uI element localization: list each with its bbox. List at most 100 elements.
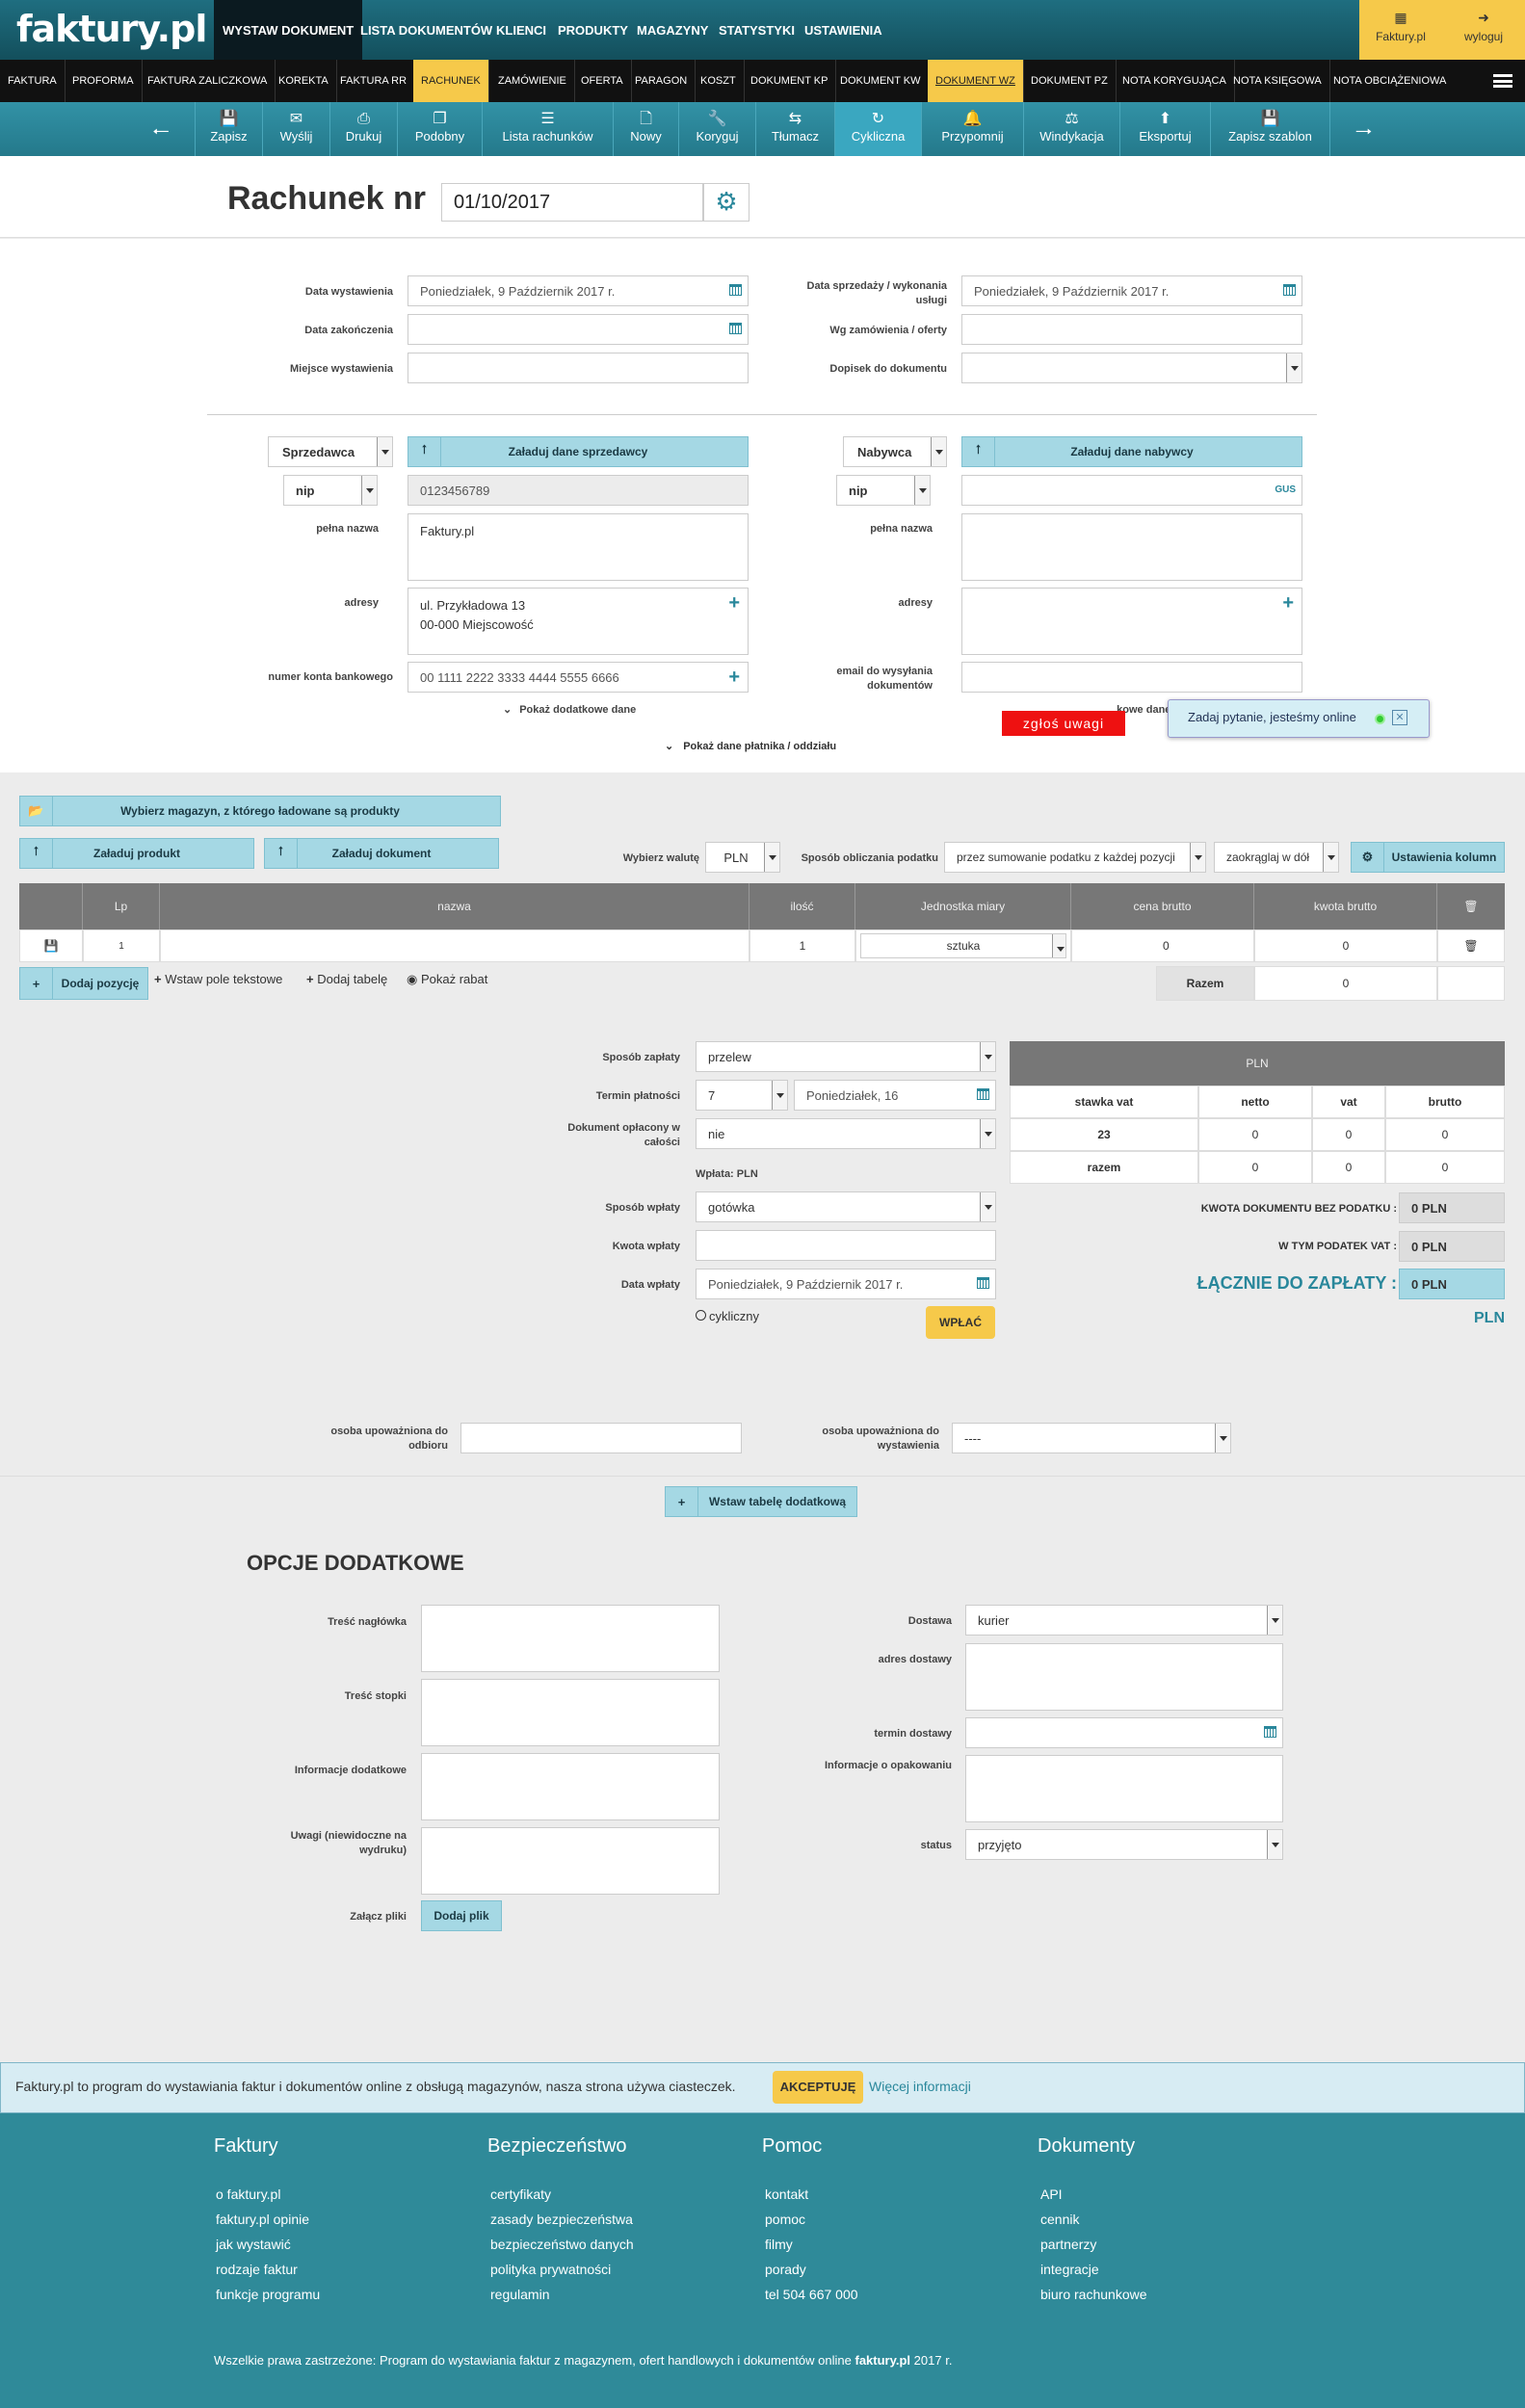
- doc-faktura-zaliczkowa[interactable]: FAKTURA ZALICZKOWA: [140, 60, 276, 102]
- plus-icon[interactable]: +: [728, 593, 740, 613]
- insert-text-field-link[interactable]: + Wstaw pole tekstowe: [154, 972, 282, 986]
- doc-faktura-rr[interactable]: FAKTURA RR: [332, 60, 416, 102]
- status-select[interactable]: przyjęto: [965, 1829, 1283, 1860]
- header-text-textarea[interactable]: [421, 1605, 720, 1672]
- paid-select[interactable]: nie: [696, 1118, 996, 1149]
- nav-produkty[interactable]: PRODUKTY: [549, 0, 637, 60]
- doc-kw[interactable]: DOKUMENT KW: [832, 60, 930, 102]
- end-date-input[interactable]: [408, 314, 749, 345]
- footer-link[interactable]: API: [1040, 2186, 1063, 2202]
- cyclic-checkbox[interactable]: cykliczny: [696, 1309, 759, 1323]
- footer-link[interactable]: integracje: [1040, 2262, 1099, 2277]
- payer-link[interactable]: ⌄ Pokaż dane płatnika / oddziału: [665, 740, 836, 752]
- row-price-input[interactable]: 0: [1071, 929, 1254, 962]
- footer-link[interactable]: partnerzy: [1040, 2237, 1096, 2252]
- nav-wystaw-dokument[interactable]: WYSTAW DOKUMENT: [214, 0, 363, 60]
- delivery-select[interactable]: kurier: [965, 1605, 1283, 1636]
- logo[interactable]: faktury.pl: [16, 8, 207, 50]
- close-icon[interactable]: ✕: [1392, 710, 1407, 725]
- seller-address-textarea[interactable]: ul. Przykładowa 13 00-000 Miejscowość +: [408, 588, 749, 655]
- rounding-select[interactable]: zaokrąglaj w dół: [1214, 842, 1339, 873]
- doc-wz[interactable]: DOKUMENT WZ: [928, 60, 1024, 102]
- report-button[interactable]: zgłoś uwagi: [1002, 711, 1125, 736]
- buyer-name-textarea[interactable]: [961, 513, 1302, 581]
- doc-faktura[interactable]: FAKTURA: [0, 60, 66, 102]
- nav-statystyki[interactable]: STATYSTYKI: [710, 0, 803, 60]
- add-file-button[interactable]: Dodaj plik: [421, 1900, 502, 1931]
- delivery-term-input[interactable]: [965, 1717, 1283, 1748]
- doc-zamowienie[interactable]: ZAMÓWIENIE: [490, 60, 575, 102]
- calendar-icon[interactable]: [977, 1088, 989, 1100]
- plus-icon[interactable]: +: [1282, 593, 1294, 613]
- footer-link[interactable]: biuro rachunkowe: [1040, 2287, 1147, 2302]
- remind-button[interactable]: 🔔 Przypomnij: [921, 102, 1023, 156]
- buyer-nip-input[interactable]: GUS: [961, 475, 1302, 506]
- trash-icon[interactable]: 🗑: [1437, 883, 1505, 929]
- gus-button[interactable]: GUS: [1275, 484, 1296, 495]
- chat-widget[interactable]: Zadaj pytanie, jesteśmy online ✕: [1168, 699, 1430, 738]
- load-product-button[interactable]: 🠁 Załaduj produkt: [19, 838, 254, 869]
- seller-role-select[interactable]: Sprzedawca: [268, 436, 393, 467]
- insert-extra-table-button[interactable]: + Wstaw tabelę dodatkową: [665, 1486, 857, 1517]
- row-save-icon[interactable]: 💾: [19, 929, 83, 962]
- payment-term-days-select[interactable]: 7: [696, 1080, 788, 1111]
- receive-person-input[interactable]: [460, 1423, 742, 1453]
- doc-kp[interactable]: DOKUMENT KP: [743, 60, 837, 102]
- menu-icon[interactable]: [1493, 74, 1512, 88]
- doc-pz[interactable]: DOKUMENT PZ: [1023, 60, 1117, 102]
- footer-link[interactable]: zasady bezpieczeństwa: [490, 2212, 633, 2227]
- list-button[interactable]: ☰ Lista rachunków: [482, 102, 613, 156]
- load-seller-button[interactable]: 🠁 Załaduj dane sprzedawcy: [408, 436, 749, 467]
- trash-icon[interactable]: 🗑: [1437, 929, 1505, 962]
- plus-icon[interactable]: +: [728, 667, 740, 687]
- account-button[interactable]: ▦ Faktury.pl: [1359, 0, 1442, 60]
- calendar-icon[interactable]: [1264, 1726, 1276, 1738]
- buyer-role-select[interactable]: Nabywca: [843, 436, 947, 467]
- doc-proforma[interactable]: PROFORMA: [65, 60, 143, 102]
- nav-magazyny[interactable]: MAGAZYNY: [628, 0, 717, 60]
- deposit-amount-input[interactable]: [696, 1230, 996, 1261]
- footer-link[interactable]: certyfikaty: [490, 2186, 551, 2202]
- deposit-method-select[interactable]: gotówka: [696, 1191, 996, 1222]
- document-number-input[interactable]: 01/10/2017: [441, 183, 703, 222]
- delivery-address-textarea[interactable]: [965, 1643, 1283, 1711]
- payment-term-date-input[interactable]: Poniedziałek, 16: [794, 1080, 996, 1111]
- footer-link[interactable]: pomoc: [765, 2212, 805, 2227]
- sale-date-input[interactable]: Poniedziałek, 9 Październik 2017 r.: [961, 275, 1302, 306]
- save-button[interactable]: 💾 Zapisz: [195, 102, 262, 156]
- doc-rachunek[interactable]: RACHUNEK: [413, 60, 489, 102]
- new-button[interactable]: 🗋 Nowy: [613, 102, 678, 156]
- arrow-right-icon[interactable]: 🠂: [1329, 102, 1397, 156]
- arrow-left-icon[interactable]: 🠀: [127, 102, 195, 156]
- doc-koszt[interactable]: KOSZT: [693, 60, 745, 102]
- doc-paragon[interactable]: PARAGON: [627, 60, 697, 102]
- buyer-address-textarea[interactable]: +: [961, 588, 1302, 655]
- seller-name-textarea[interactable]: Faktury.pl: [408, 513, 749, 581]
- notes-textarea[interactable]: [421, 1827, 720, 1895]
- show-discount-link[interactable]: ◉ Pokaż rabat: [407, 972, 487, 987]
- footer-text-textarea[interactable]: [421, 1679, 720, 1746]
- tax-method-select[interactable]: przez sumowanie podatku z każdej pozycji: [944, 842, 1206, 873]
- save-template-button[interactable]: 💾 Zapisz szablon: [1210, 102, 1329, 156]
- order-input[interactable]: [961, 314, 1302, 345]
- buyer-id-type-select[interactable]: nip: [836, 475, 931, 506]
- footer-link[interactable]: regulamin: [490, 2287, 549, 2302]
- currency-select[interactable]: PLN: [705, 842, 780, 873]
- nav-ustawienia[interactable]: USTAWIENIA: [796, 0, 891, 60]
- pay-button[interactable]: WPŁAĆ: [926, 1306, 995, 1339]
- issue-person-select[interactable]: ----: [952, 1423, 1231, 1453]
- addon-select[interactable]: [961, 353, 1302, 383]
- cyclic-button[interactable]: ↻ Cykliczna: [834, 102, 921, 156]
- footer-link[interactable]: jak wystawić: [216, 2237, 291, 2252]
- load-document-button[interactable]: 🠁 Załaduj dokument: [264, 838, 499, 869]
- footer-link[interactable]: porady: [765, 2262, 806, 2277]
- footer-link[interactable]: polityka prywatności: [490, 2262, 611, 2277]
- send-button[interactable]: ✉ Wyślij: [262, 102, 329, 156]
- nav-lista-dokumentow[interactable]: LISTA DOKUMENTÓW: [352, 0, 501, 60]
- footer-link[interactable]: kontakt: [765, 2186, 808, 2202]
- doc-korekta[interactable]: KOREKTA: [271, 60, 337, 102]
- deposit-date-input[interactable]: Poniedziałek, 9 Październik 2017 r.: [696, 1269, 996, 1299]
- footer-link[interactable]: filmy: [765, 2237, 793, 2252]
- seller-nip-input[interactable]: 0123456789: [408, 475, 749, 506]
- footer-link[interactable]: cennik: [1040, 2212, 1079, 2227]
